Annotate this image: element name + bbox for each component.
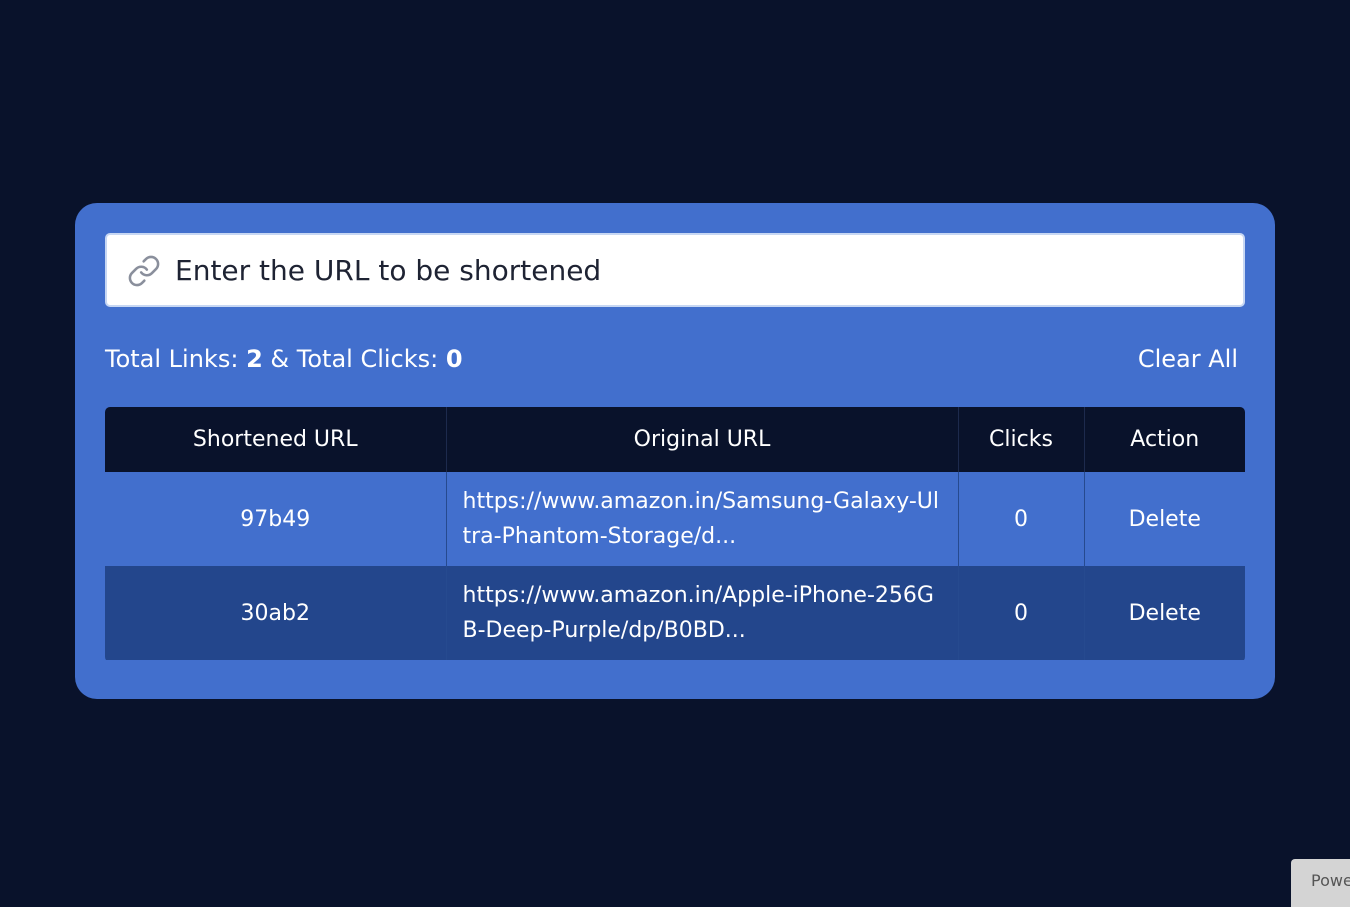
link-icon	[128, 255, 160, 287]
header-original-url: Original URL	[446, 407, 959, 472]
links-table: Shortened URL Original URL Clicks Action…	[105, 407, 1245, 660]
header-clicks: Clicks	[958, 407, 1085, 472]
delete-button[interactable]: Delete	[1084, 472, 1245, 566]
clear-all-button[interactable]: Clear All	[1138, 345, 1238, 373]
clicks-cell: 0	[958, 472, 1085, 566]
header-shortened-url: Shortened URL	[105, 407, 447, 472]
stats-row: Total Links: 2 & Total Clicks: 0 Clear A…	[105, 339, 1238, 379]
total-clicks-label: Total Clicks:	[296, 345, 439, 373]
header-action: Action	[1130, 427, 1200, 452]
total-links-label: Total Links:	[105, 345, 239, 373]
original-url-cell: https://www.amazon.in/Apple-iPhone-256GB…	[446, 566, 959, 660]
table-row: 30ab2 https://www.amazon.in/Apple-iPhone…	[105, 566, 1245, 660]
clicks-cell: 0	[958, 566, 1085, 660]
stats-separator: &	[270, 345, 290, 373]
links-table-container: Shortened URL Original URL Clicks Action…	[105, 407, 1245, 662]
url-shortener-card: Total Links: 2 & Total Clicks: 0 Clear A…	[75, 203, 1275, 699]
table-header-row: Shortened URL Original URL Clicks Action	[105, 407, 1245, 472]
total-links-value: 2	[246, 345, 263, 373]
total-clicks-value: 0	[445, 345, 463, 373]
original-url-cell: https://www.amazon.in/Samsung-Galaxy-Ult…	[446, 472, 959, 566]
short-url-cell[interactable]: 97b49	[105, 472, 447, 566]
table-row: 97b49 https://www.amazon.in/Samsung-Gala…	[105, 472, 1245, 566]
url-input[interactable]	[175, 235, 1233, 305]
stats-summary: Total Links: 2 & Total Clicks: 0	[105, 345, 463, 373]
delete-button[interactable]: Delete	[1084, 566, 1245, 660]
short-url-cell[interactable]: 30ab2	[105, 566, 447, 660]
url-input-container	[105, 233, 1245, 307]
